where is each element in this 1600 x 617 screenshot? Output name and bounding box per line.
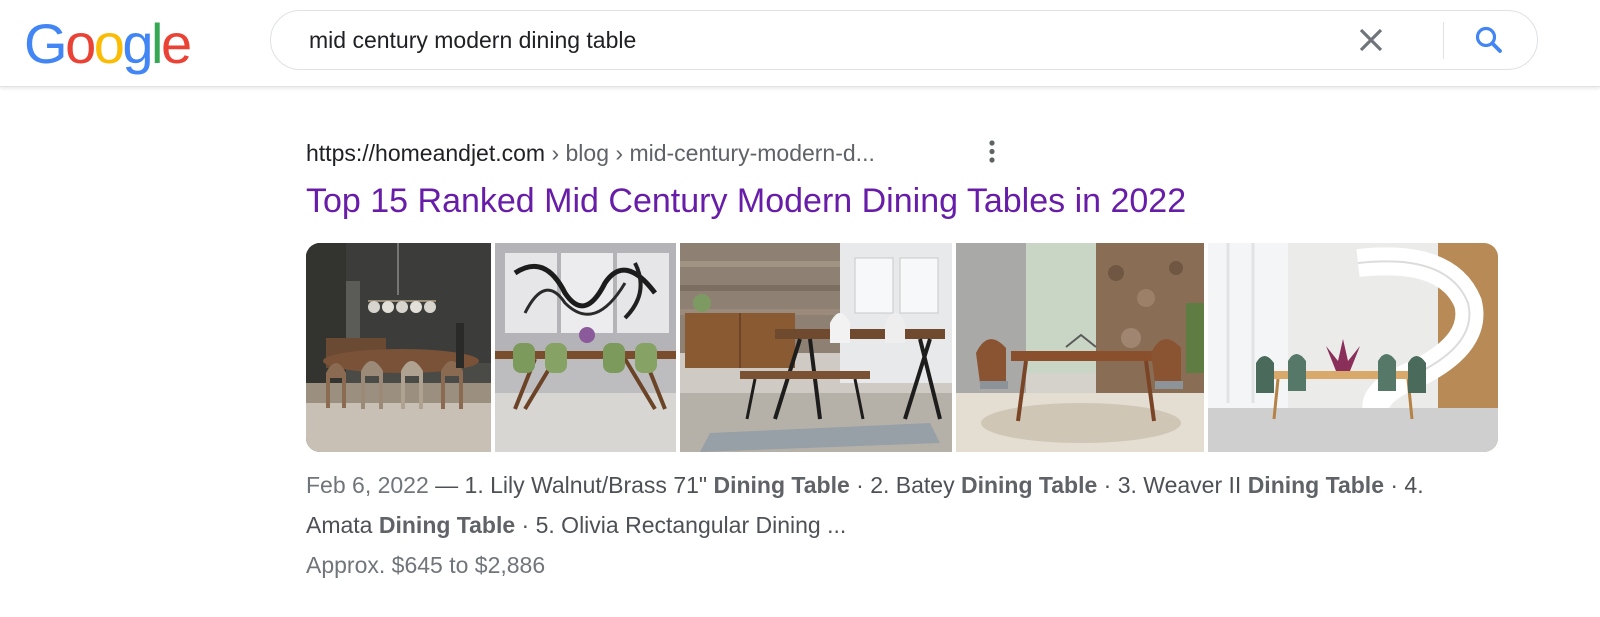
clear-search-button[interactable]	[1351, 20, 1391, 60]
snippet-keyword: Dining Table	[713, 472, 850, 498]
spiral-stair-dining-photo[interactable]	[1208, 243, 1498, 452]
more-vert-icon	[989, 140, 995, 163]
walnut-bench-table-photo[interactable]	[680, 243, 952, 452]
snippet-date: Feb 6, 2022	[306, 472, 429, 498]
result-image-strip	[306, 243, 1498, 452]
snippet-keyword: Dining Table	[378, 512, 516, 538]
search-divider	[1443, 22, 1444, 59]
top-bar: Google	[0, 0, 1600, 87]
logo-letter: G	[24, 12, 68, 75]
dark-dining-room-photo[interactable]	[306, 243, 491, 452]
result-snippet: Feb 6, 2022 — 1. Lily Walnut/Brass 71" D…	[306, 465, 1466, 545]
green-chairs-dining-photo[interactable]	[495, 243, 676, 452]
snippet-text: 1. Lily Walnut/Brass 71"	[464, 472, 714, 498]
logo-letter: o	[65, 12, 96, 75]
result-url-domain: https://homeandjet.com	[306, 140, 546, 166]
result-title-link[interactable]: Top 15 Ranked Mid Century Modern Dining …	[306, 180, 1186, 222]
snippet-dash: —	[428, 472, 465, 498]
snippet-text: · 2. Batey	[849, 472, 961, 498]
snippet-keyword: Dining Table	[1247, 472, 1384, 498]
snippet-text: · 5. Olivia Rectangular Dining ...	[515, 512, 847, 538]
snippet-keyword: Dining Table	[960, 472, 1098, 498]
price-range: Approx. $645 to $2,886	[306, 552, 546, 578]
result-url-path: › blog › mid-century-modern-d...	[545, 140, 875, 166]
google-logo[interactable]: Google	[24, 8, 192, 80]
logo-letter: g	[122, 12, 153, 75]
stone-wall-dining-photo[interactable]	[956, 243, 1204, 452]
logo-letter: l	[151, 12, 163, 75]
close-icon	[1359, 28, 1383, 52]
logo-letter: e	[160, 12, 192, 75]
result-more-options-button[interactable]	[980, 136, 1004, 170]
logo-letter: o	[93, 12, 125, 75]
search-submit-button[interactable]	[1469, 20, 1509, 60]
search-icon	[1475, 26, 1502, 53]
result-url[interactable]: https://homeandjet.com › blog › mid-cent…	[306, 138, 875, 168]
snippet-text: · 3. Weaver II	[1097, 472, 1248, 498]
search-input[interactable]	[309, 11, 1319, 69]
search-box	[270, 10, 1538, 70]
